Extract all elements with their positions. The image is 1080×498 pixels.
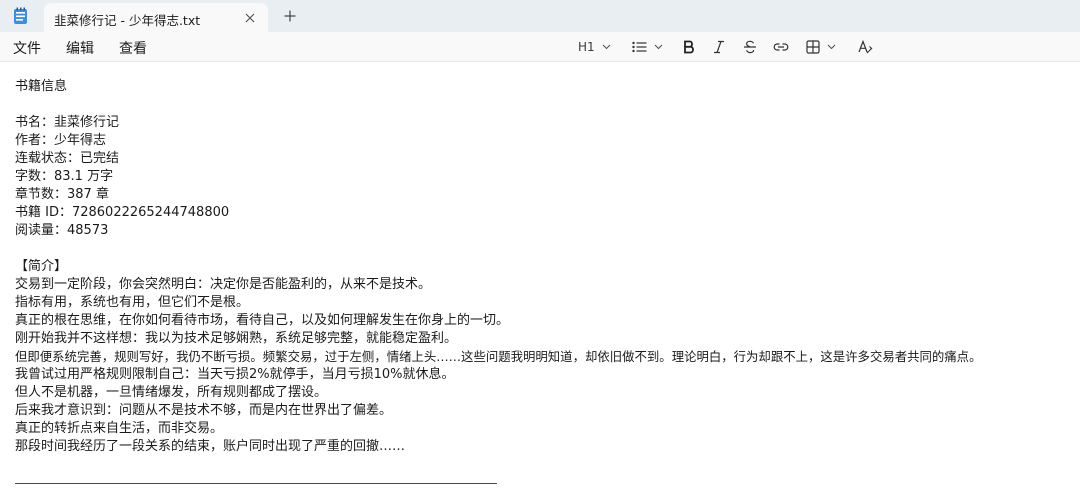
doc-line: 阅读量：48573 xyxy=(15,223,109,238)
doc-line: 真正的根在思维，在你如何看待市场，看待自己，以及如何理解发生在你身上的一切。 xyxy=(15,313,510,328)
link-button[interactable] xyxy=(773,37,789,57)
doc-line: 【简介】 xyxy=(15,259,68,274)
bold-icon xyxy=(684,40,694,54)
menu-file[interactable]: 文件 xyxy=(13,38,41,58)
doc-line: 书籍 ID：7286022265244748800 xyxy=(15,205,230,220)
italic-button[interactable] xyxy=(713,37,725,57)
doc-line: 连载状态：已完结 xyxy=(15,151,120,166)
menu-view[interactable]: 查看 xyxy=(119,38,147,58)
chevron-down-icon xyxy=(654,44,663,50)
heading-level: H1 xyxy=(578,40,595,54)
doc-line: 我曾试过用严格规则限制自己：当天亏损2%就停手，当月亏损10%就休息。 xyxy=(15,367,455,382)
doc-line: 但即便系统完善，规则写好，我仍不断亏损。频繁交易，过于左侧，情绪上头……这些问题… xyxy=(15,349,982,364)
title-bar: 韭菜修行记 - 少年得志.txt xyxy=(0,0,1080,32)
bold-button[interactable] xyxy=(683,37,695,57)
link-icon xyxy=(773,43,789,51)
document-tab[interactable]: 韭菜修行记 - 少年得志.txt xyxy=(44,3,268,32)
bulleted-list-icon xyxy=(632,41,647,53)
clear-formatting-button[interactable] xyxy=(858,37,873,57)
menu-bar: 文件 编辑 查看 H1 xyxy=(0,32,1080,62)
chevron-down-icon xyxy=(827,44,836,50)
doc-line: 作者：少年得志 xyxy=(15,133,107,148)
strikethrough-button[interactable] xyxy=(743,37,757,57)
doc-line: 指标有用，系统也有用，但它们不是根。 xyxy=(15,295,250,310)
doc-line: 书名：韭菜修行记 xyxy=(15,115,120,130)
tab-title: 韭菜修行记 - 少年得志.txt xyxy=(54,13,201,28)
doc-line: 书籍信息 xyxy=(15,79,68,94)
close-icon[interactable] xyxy=(242,10,258,26)
menu-edit[interactable]: 编辑 xyxy=(66,38,94,58)
doc-line: 刚开始我并不这样想：我以为技术足够娴熟，系统足够完整，就能稳定盈利。 xyxy=(15,331,458,346)
notepad-app-icon xyxy=(14,7,27,24)
doc-line: 交易到一定阶段，你会突然明白：决定你是否能盈利的，从来不是技术。 xyxy=(15,277,432,292)
strikethrough-icon xyxy=(744,40,756,54)
doc-line: 字数：83.1 万字 xyxy=(15,169,114,184)
table-dropdown[interactable] xyxy=(806,37,836,57)
doc-line: 但人不是机器，一旦情绪爆发，所有规则都成了摆设。 xyxy=(15,385,328,400)
clear-formatting-icon xyxy=(858,40,873,54)
horizontal-rule xyxy=(15,483,497,484)
doc-line: 后来我才意识到：问题从不是技术不够，而是内在世界出了偏差。 xyxy=(15,403,393,418)
chevron-down-icon xyxy=(602,44,611,50)
table-icon xyxy=(806,40,820,54)
new-tab-plus-icon[interactable] xyxy=(282,8,298,24)
heading-dropdown[interactable]: H1 xyxy=(578,37,611,57)
italic-icon xyxy=(714,40,724,54)
doc-line: 真正的转折点来自生活，而非交易。 xyxy=(15,421,224,436)
doc-line: 那段时间我经历了一段关系的结束，账户同时出现了严重的回撤…… xyxy=(15,439,406,454)
doc-line: 章节数：387 章 xyxy=(15,187,109,202)
list-dropdown[interactable] xyxy=(632,37,663,57)
